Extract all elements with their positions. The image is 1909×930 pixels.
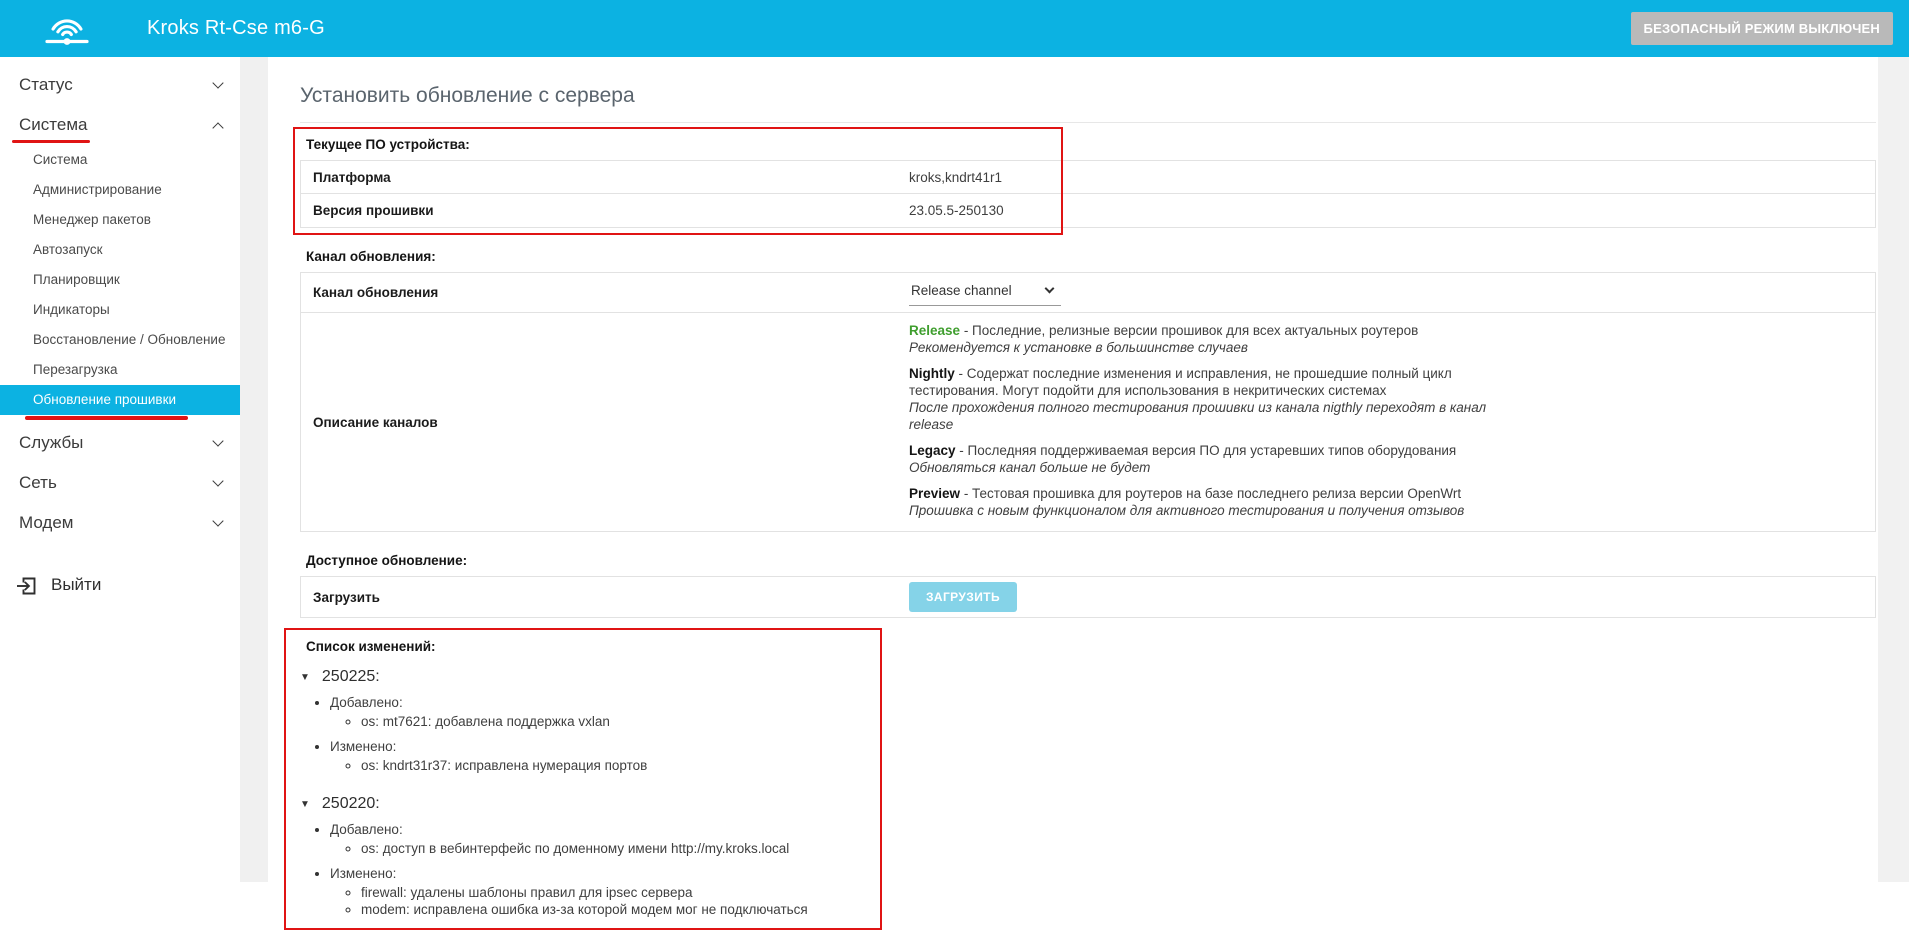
sidebar-subitem-reboot[interactable]: Перезагрузка [0, 355, 240, 385]
sidebar-item-network[interactable]: Сеть [0, 463, 240, 503]
update-channel-select[interactable]: Release channel [909, 280, 1061, 306]
channel-description-legacy: Legacy - Последняя поддерживаемая версия… [909, 442, 1494, 476]
app-header: Kroks Rt-Cse m6-G БЕЗОПАСНЫЙ РЕЖИМ ВЫКЛЮ… [0, 0, 1909, 57]
table-row: Загрузить ЗАГРУЗИТЬ [301, 577, 1875, 617]
sidebar-subitem-package-manager[interactable]: Менеджер пакетов [0, 205, 240, 235]
logout-icon [15, 574, 38, 597]
changelog-version: 250220: [322, 795, 380, 813]
scrollbar-track[interactable] [1878, 57, 1909, 882]
changelog-section: Список изменений: ▼ 250225: Добавлено: o… [300, 638, 1878, 918]
channel-description-preview: Preview - Тестовая прошивка для роутеров… [909, 485, 1494, 519]
changelog-group: Добавлено: os: доступ в вебинтерфейс по … [330, 822, 1878, 857]
changelog-item: modem: исправлена ошибка из-за которой м… [361, 901, 1878, 918]
changelog-toggle[interactable]: ▼ 250225: [300, 668, 1878, 686]
platform-value: kroks,kndrt41r1 [909, 170, 1875, 185]
page-title: Установить обновление с сервера [300, 83, 1878, 109]
update-channel-table: Канал обновления Release channel Описани… [300, 272, 1876, 532]
title-divider [300, 122, 1876, 123]
available-update-section: Доступное обновление: Загрузить ЗАГРУЗИТ… [300, 552, 1878, 618]
section-label: Текущее ПО устройства: [306, 136, 1878, 153]
sidebar-subitem-scheduler[interactable]: Планировщик [0, 265, 240, 295]
changelog-entry: ▼ 250225: Добавлено: os: mt7621: добавле… [300, 668, 1878, 774]
channel-description-nightly: Nightly - Содержат последние изменения и… [909, 365, 1494, 433]
table-row: Описание каналов Release - Последние, ре… [301, 313, 1875, 531]
table-row: Канал обновления Release channel [301, 273, 1875, 313]
sidebar-subitem-autorun[interactable]: Автозапуск [0, 235, 240, 265]
changelog-group-title: Изменено: [330, 866, 1878, 882]
red-annotation-underline [25, 416, 188, 420]
sidebar-item-modem[interactable]: Модем [0, 503, 240, 543]
row-label: Загрузить [313, 590, 909, 605]
current-firmware-section: Текущее ПО устройства: Платформа kroks,k… [300, 136, 1878, 228]
sidebar-item-label: Система [19, 115, 87, 135]
sidebar-subitem-recovery-update[interactable]: Восстановление / Обновление [0, 325, 240, 355]
changelog-toggle[interactable]: ▼ 250220: [300, 795, 1878, 813]
changelog-entry: ▼ 250220: Добавлено: os: доступ в вебинт… [300, 795, 1878, 918]
main-content: Установить обновление с сервера Текущее … [268, 57, 1878, 882]
sidebar-subitem-administration[interactable]: Администрирование [0, 175, 240, 205]
current-firmware-table: Платформа kroks,kndrt41r1 Версия прошивк… [300, 160, 1876, 228]
changelog-group-title: Добавлено: [330, 695, 1878, 711]
chevron-up-icon [212, 122, 223, 133]
changelog-item: os: mt7621: добавлена поддержка vxlan [361, 713, 1878, 730]
changelog-item: os: kndrt31r37: исправлена нумерация пор… [361, 757, 1878, 774]
section-label: Доступное обновление: [306, 552, 1878, 569]
app-title: Kroks Rt-Cse m6-G [147, 17, 325, 40]
changelog-group-title: Изменено: [330, 739, 1878, 755]
row-label: Канал обновления [313, 285, 909, 300]
sidebar-gutter [240, 57, 268, 882]
sidebar-item-label: Сеть [19, 473, 57, 493]
row-label: Описание каналов [313, 415, 909, 430]
changelog-item: firewall: удалены шаблоны правил для ips… [361, 884, 1878, 901]
changelog-group: Изменено: firewall: удалены шаблоны прав… [330, 866, 1878, 918]
sidebar-subitem-system[interactable]: Система [0, 145, 240, 175]
safe-mode-button[interactable]: БЕЗОПАСНЫЙ РЕЖИМ ВЫКЛЮЧЕН [1631, 12, 1893, 45]
sidebar-subitem-indicators[interactable]: Индикаторы [0, 295, 240, 325]
section-label: Канал обновления: [306, 248, 1878, 265]
wifi-logo-icon [44, 7, 90, 51]
update-channel-section: Канал обновления: Канал обновления Relea… [300, 248, 1878, 532]
available-update-table: Загрузить ЗАГРУЗИТЬ [300, 576, 1876, 618]
changelog-group: Изменено: os: kndrt31r37: исправлена нум… [330, 739, 1878, 774]
load-button[interactable]: ЗАГРУЗИТЬ [909, 582, 1017, 612]
select-value: Release channel [911, 283, 1012, 298]
collapse-triangle-icon: ▼ [300, 672, 310, 683]
row-label: Версия прошивки [313, 203, 909, 218]
sidebar-item-label: Модем [19, 513, 74, 533]
channel-descriptions: Release - Последние, релизные версии про… [909, 322, 1494, 519]
sidebar-item-system[interactable]: Система [0, 105, 240, 145]
system-submenu: Система Администрирование Менеджер пакет… [0, 145, 240, 420]
changelog-version: 250225: [322, 668, 380, 686]
chevron-down-icon [212, 515, 223, 526]
table-row: Версия прошивки 23.05.5-250130 [301, 194, 1875, 227]
sidebar-item-services[interactable]: Службы [0, 423, 240, 463]
sidebar-item-label: Статус [19, 75, 73, 95]
firmware-version-value: 23.05.5-250130 [909, 203, 1875, 218]
changelog-group-title: Добавлено: [330, 822, 1878, 838]
sidebar-item-status[interactable]: Статус [0, 65, 240, 105]
sidebar-item-label: Службы [19, 433, 83, 453]
chevron-down-icon [212, 435, 223, 446]
chevron-down-icon [212, 475, 223, 486]
changelog-item: os: доступ в вебинтерфейс по доменному и… [361, 840, 1878, 857]
chevron-down-icon [212, 77, 223, 88]
sidebar-subitem-firmware-update[interactable]: Обновление прошивки [0, 385, 240, 415]
logout-label: Выйти [51, 575, 101, 595]
row-label: Платформа [313, 170, 909, 185]
channel-description-release: Release - Последние, релизные версии про… [909, 322, 1494, 356]
logout-button[interactable]: Выйти [0, 574, 240, 597]
changelog-group: Добавлено: os: mt7621: добавлена поддерж… [330, 695, 1878, 730]
section-label: Список изменений: [306, 638, 1878, 655]
table-row: Платформа kroks,kndrt41r1 [301, 161, 1875, 194]
chevron-down-icon [1045, 284, 1055, 294]
collapse-triangle-icon: ▼ [300, 799, 310, 810]
sidebar: Статус Система Система Администрирование… [0, 57, 240, 882]
